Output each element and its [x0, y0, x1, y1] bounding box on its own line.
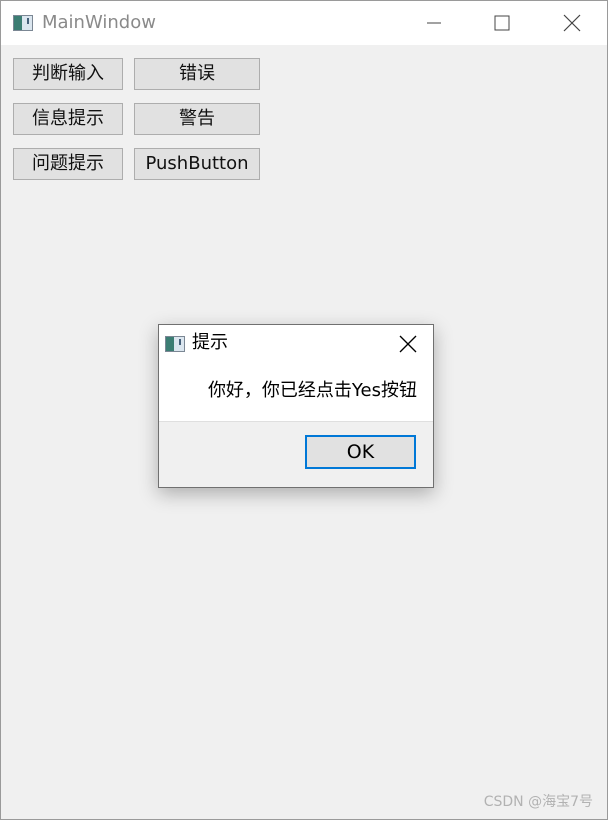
error-button[interactable]: 错误 [134, 58, 260, 90]
dialog-title: 提示 [192, 332, 228, 353]
question-tip-button[interactable]: 问题提示 [13, 148, 123, 180]
main-window: MainWindow 判断输入 错误 信息提示 警告 问题提示 PushButt… [0, 0, 608, 820]
dialog-app-icon [165, 336, 185, 352]
minimize-icon [427, 22, 441, 24]
dialog-title-bar[interactable]: 提示 [159, 325, 433, 361]
window-title: MainWindow [42, 12, 156, 33]
warning-button[interactable]: 警告 [134, 103, 260, 135]
app-icon [13, 15, 33, 31]
maximize-icon [494, 15, 510, 31]
close-icon [563, 14, 581, 32]
push-button[interactable]: PushButton [134, 148, 260, 180]
watermark-text: CSDN @海宝7号 [483, 794, 593, 810]
message-dialog: 提示 你好，你已经点击Yes按钮 OK [158, 324, 434, 488]
maximize-button[interactable] [479, 1, 525, 45]
title-bar[interactable]: MainWindow [1, 1, 607, 45]
ok-button[interactable]: OK [305, 435, 416, 469]
info-tip-button[interactable]: 信息提示 [13, 103, 123, 135]
dialog-message: 你好，你已经点击Yes按钮 [207, 380, 417, 401]
dialog-close-button[interactable] [395, 331, 421, 357]
close-button[interactable] [549, 1, 595, 45]
close-icon [399, 335, 417, 353]
judge-input-button[interactable]: 判断输入 [13, 58, 123, 90]
dialog-body: 你好，你已经点击Yes按钮 [159, 361, 433, 422]
minimize-button[interactable] [411, 1, 457, 45]
